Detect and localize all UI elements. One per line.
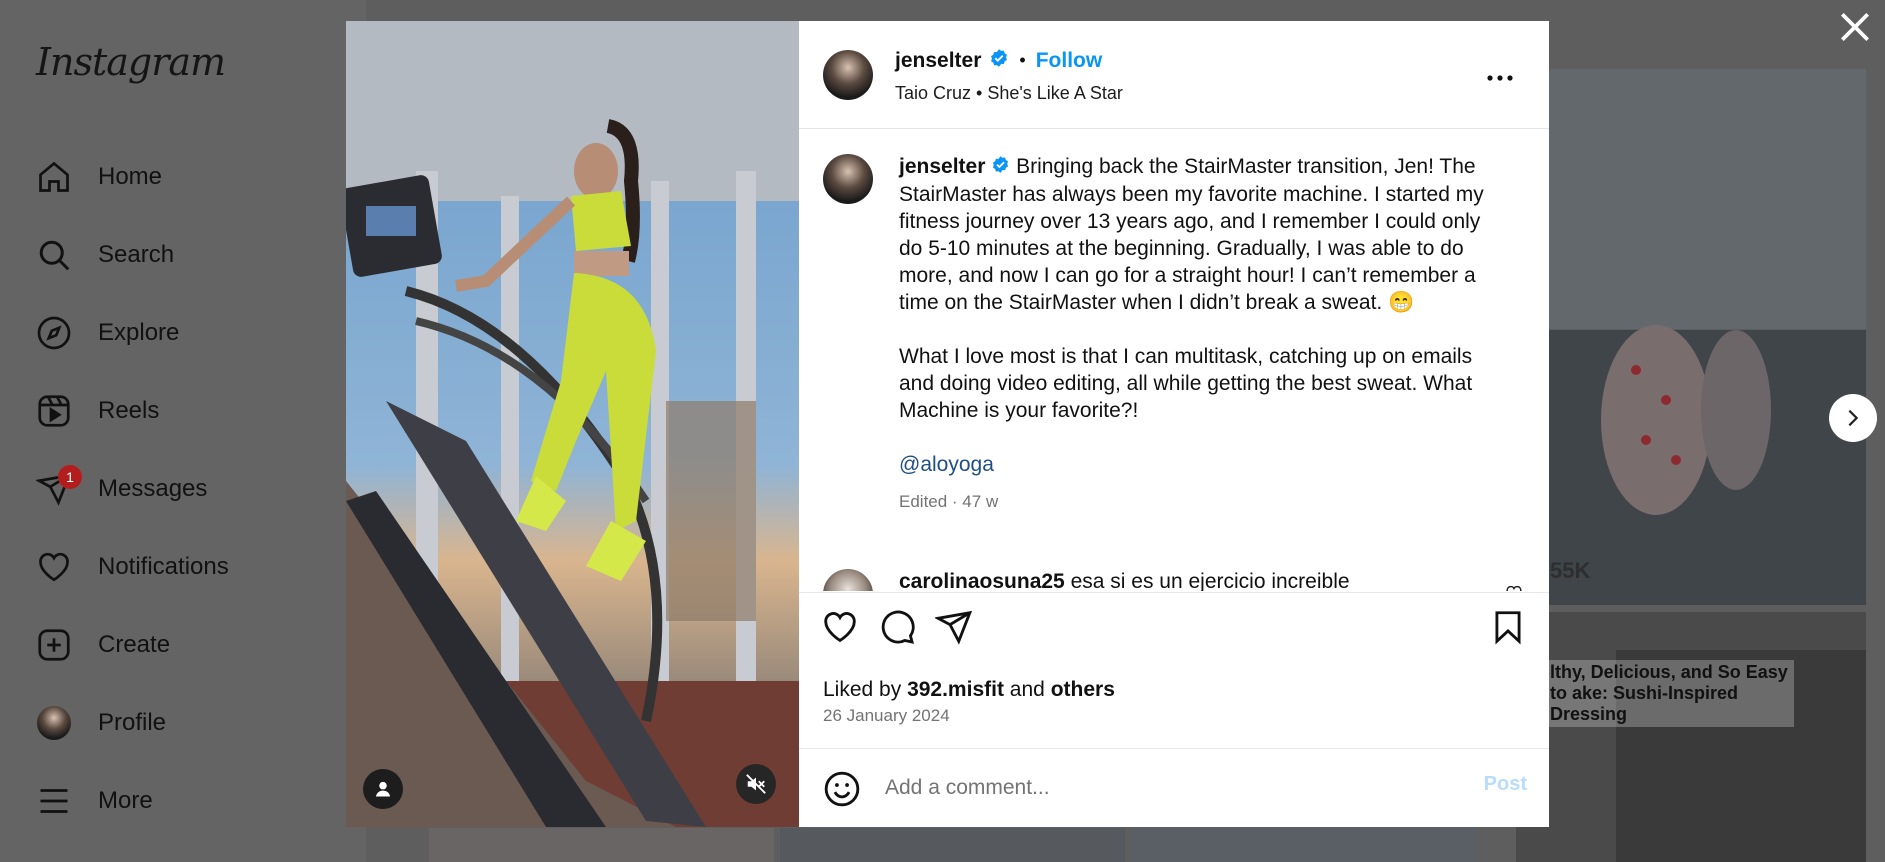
caption-text-second: What I love most is that I can multitask… [899,344,1473,422]
post-details-panel: jenselter • Follow Taio Cruz • She's Lik… [799,21,1549,827]
heart-icon [824,612,856,643]
messages-icon: 1 [34,465,82,509]
search-icon [34,235,74,275]
plus-square-icon [34,625,74,665]
author-username[interactable]: jenselter [895,49,981,73]
sidebar-item-label: Create [98,631,171,658]
caption-text: Bringing back the StairMaster transition… [899,155,1484,314]
chevron-right-icon [1848,409,1859,427]
sidebar-item-search[interactable]: Search [34,231,174,279]
liked-by-prefix: Liked by [823,678,902,701]
sidebar-item-label: Search [98,241,175,268]
comment-list: carolinaosuna25 esa si es un ejercicio i… [799,546,1549,591]
post-header: jenselter • Follow Taio Cruz • She's Lik… [799,21,1549,129]
comment-item: carolinaosuna25 esa si es un ejercicio i… [899,568,1459,591]
sidebar-item-explore[interactable]: Explore [34,309,179,357]
post-video[interactable] [346,21,799,827]
liked-by-and: and [1009,678,1045,701]
home-icon [34,157,74,197]
sidebar-item-home[interactable]: Home [34,153,162,201]
verified-badge-icon [989,48,1009,73]
more-options-button[interactable] [1485,71,1515,89]
liked-by-user[interactable]: 392.misfit [907,678,1004,701]
sidebar-item-create[interactable]: Create [34,621,170,669]
reels-icon [34,391,74,431]
close-button[interactable] [1836,8,1874,46]
emoji-button[interactable] [823,770,861,813]
sidebar: Instagram Home Search Explore Reels 1 Me… [0,0,367,862]
avatar [34,703,74,743]
post-comment-button[interactable]: Post [1484,773,1527,796]
likes-summary: Liked by 392.misfit and others [823,678,1115,702]
close-icon [1840,12,1870,42]
commenter-username[interactable]: carolinaosuna25 [899,570,1065,591]
speaker-muted-icon [746,774,766,794]
commenter-avatar[interactable] [823,569,873,591]
menu-icon [34,781,74,821]
instagram-logo[interactable]: Instagram [36,40,226,84]
sidebar-item-label: Reels [98,397,160,424]
messages-badge: 1 [58,465,82,489]
comment-button[interactable] [878,608,916,651]
sidebar-item-more[interactable]: More [34,777,153,825]
share-button[interactable] [933,608,973,651]
caption-author-avatar[interactable] [823,154,873,204]
save-button[interactable] [1489,608,1527,651]
post-actions [799,592,1549,663]
audio-track-link[interactable]: Taio Cruz • She's Like A Star [895,83,1123,104]
compass-icon [34,313,74,353]
post-modal: jenselter • Follow Taio Cruz • She's Lik… [346,21,1549,827]
send-icon [933,610,973,645]
next-post-button[interactable] [1829,394,1877,442]
sidebar-item-label: Profile [98,709,167,736]
liked-by-others[interactable]: others [1051,678,1115,701]
follow-button[interactable]: Follow [1036,49,1103,73]
emoji-icon [824,771,860,807]
sidebar-item-label: Home [98,163,163,190]
mention-link[interactable]: @aloyoga [899,451,1499,478]
tile-caption: lthy, Delicious, and So Easy to ake: Sus… [1546,660,1794,727]
post-date: 26 January 2024 [823,706,950,725]
sidebar-item-profile[interactable]: Profile [34,699,166,747]
sidebar-item-label: More [98,787,153,814]
sidebar-item-label: Explore [98,319,180,346]
sidebar-item-label: Notifications [98,553,229,580]
separator-dot: • [1019,50,1026,70]
user-icon [375,781,391,797]
bookmark-icon [1495,611,1521,645]
post-caption: jenselter Bringing back the StairMaster … [899,153,1499,515]
sidebar-item-messages[interactable]: 1 Messages [34,465,207,513]
edited-timestamp: Edited · 47 w [899,491,999,511]
verified-badge-icon [991,154,1010,181]
author-avatar[interactable] [823,50,873,100]
sidebar-item-label: Messages [98,475,208,502]
video-frame [346,21,799,827]
mute-button[interactable] [736,764,776,804]
heart-icon [34,547,74,587]
comment-like-button[interactable] [1505,584,1523,591]
caption-username[interactable]: jenselter [899,155,985,178]
comment-input[interactable] [883,771,1447,805]
heart-icon [1506,585,1522,591]
more-horizontal-icon [1487,75,1513,81]
sidebar-item-notifications[interactable]: Notifications [34,543,229,591]
sidebar-item-reels[interactable]: Reels [34,387,159,435]
tagged-users-button[interactable] [363,769,403,809]
comment-icon [881,610,915,644]
tile-view-count: 55K [1550,558,1591,583]
add-comment-bar: Post [799,748,1549,828]
like-button[interactable] [821,608,859,651]
